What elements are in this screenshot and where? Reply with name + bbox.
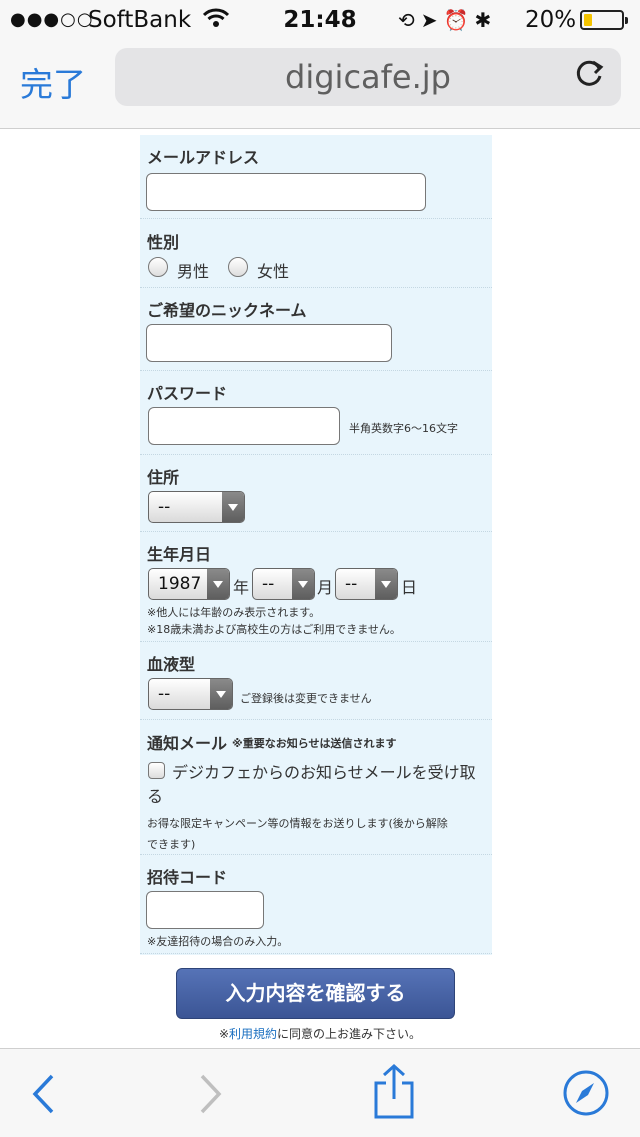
birth-month-value: -- [262, 574, 275, 594]
notice-mail-desc-cont: できます) [147, 838, 196, 851]
notice-mail-checkbox-label-cont: る [147, 787, 164, 806]
birthday-row: 生年月日 1987 年 -- 月 -- 日 ※他人には年齢のみ表示されます。 ※… [140, 532, 492, 642]
notice-mail-desc: お得な限定キャンペーン等の情報をお送りします(後から解除 [147, 817, 448, 830]
year-unit: 年 [233, 578, 250, 597]
forward-icon[interactable] [198, 1073, 224, 1115]
gender-male-label: 男性 [177, 262, 210, 281]
gender-label: 性別 [147, 233, 180, 252]
notice-mail-note: ※重要なお知らせは送信されます [232, 737, 397, 750]
email-row: メールアドレス [140, 135, 492, 219]
done-button[interactable]: 完了 [20, 58, 86, 106]
location-icon: ➤ [420, 8, 444, 32]
address-row: 住所 -- [140, 455, 492, 532]
notice-mail-label: 通知メール [147, 734, 228, 753]
birth-day-select[interactable]: -- [335, 568, 398, 600]
battery-percent: 20% [525, 7, 577, 33]
password-input[interactable] [148, 407, 340, 445]
password-row: パスワード 半角英数字6〜16文字 [140, 371, 492, 455]
address-select-value: -- [158, 497, 171, 517]
birth-day-value: -- [345, 574, 358, 594]
birth-year-select[interactable]: 1987 [148, 568, 230, 600]
month-unit: 月 [317, 578, 334, 597]
chevron-down-icon [375, 569, 397, 599]
address-label: 住所 [147, 468, 180, 487]
gender-female-radio[interactable] [228, 257, 248, 277]
gender-row: 性別 男性 女性 [140, 219, 492, 288]
birthday-note-age: ※他人には年齢のみ表示されます。 [147, 606, 321, 619]
alarm-icon: ⏰ [443, 8, 475, 32]
password-hint: 半角英数字6〜16文字 [349, 422, 458, 435]
bluetooth-icon: ✱ [474, 8, 498, 32]
rotation-lock-icon: ⟲ [398, 8, 421, 32]
terms-link[interactable]: 利用規約 [229, 1027, 277, 1041]
terms-prefix: ※ [218, 1027, 230, 1041]
compass-icon[interactable] [562, 1069, 610, 1117]
terms-suffix: に同意の上お進み下さい。 [277, 1027, 422, 1041]
share-icon[interactable] [372, 1063, 416, 1121]
blood-type-row: 血液型 -- ご登録後は変更できません [140, 642, 492, 720]
chevron-down-icon [210, 679, 232, 709]
invite-code-note: ※友達招待の場合のみ入力。 [147, 935, 289, 948]
browser-top-bar: ●●●○○ SoftBank 21:48 ⟲➤⏰✱ 20% 完了 digicaf… [0, 0, 640, 129]
chevron-down-icon [222, 492, 244, 522]
browser-bottom-toolbar [0, 1048, 640, 1137]
email-input[interactable] [146, 173, 426, 211]
address-select[interactable]: -- [148, 491, 245, 523]
blood-type-value: -- [158, 684, 171, 704]
blood-type-hint: ご登録後は変更できません [240, 692, 372, 705]
email-label: メールアドレス [147, 148, 260, 167]
nickname-input[interactable] [146, 324, 392, 362]
nickname-row: ご希望のニックネーム [140, 288, 492, 371]
password-label: パスワード [147, 384, 228, 403]
battery-icon [580, 10, 628, 30]
invite-code-row: 招待コード ※友達招待の場合のみ入力。 [140, 855, 492, 954]
reload-icon[interactable] [573, 56, 607, 90]
invite-code-input[interactable] [146, 891, 264, 929]
birthday-label: 生年月日 [147, 545, 212, 564]
address-bar[interactable]: digicafe.jp [115, 48, 621, 106]
blood-type-label: 血液型 [147, 655, 196, 674]
gender-male-radio[interactable] [148, 257, 168, 277]
nickname-label: ご希望のニックネーム [147, 301, 307, 320]
day-unit: 日 [401, 578, 418, 597]
blood-type-select[interactable]: -- [148, 678, 233, 710]
chevron-down-icon [207, 569, 229, 599]
notice-mail-row: 通知メール ※重要なお知らせは送信されます デジカフェからのお知らせメールを受け… [140, 720, 492, 855]
status-bar: ●●●○○ SoftBank 21:48 ⟲➤⏰✱ 20% [0, 0, 640, 40]
birth-year-value: 1987 [158, 574, 202, 594]
notice-mail-checkbox[interactable] [148, 762, 165, 779]
terms-agreement: ※利用規約に同意の上お進み下さい。 [0, 1025, 640, 1042]
birth-month-select[interactable]: -- [252, 568, 315, 600]
url-text: digicafe.jp [285, 58, 451, 96]
registration-form: メールアドレス 性別 男性 女性 ご希望のニックネーム パスワード 半角英数字6… [140, 135, 492, 955]
birthday-note-minors: ※18歳未満および高校生の方はご利用できません。 [147, 623, 401, 636]
invite-code-label: 招待コード [147, 868, 228, 887]
gender-female-label: 女性 [257, 262, 290, 281]
back-icon[interactable] [30, 1073, 56, 1115]
chevron-down-icon [292, 569, 314, 599]
confirm-submit-button[interactable]: 入力内容を確認する [176, 968, 455, 1019]
notice-mail-checkbox-label: デジカフェからのお知らせメールを受け取 [172, 763, 476, 782]
